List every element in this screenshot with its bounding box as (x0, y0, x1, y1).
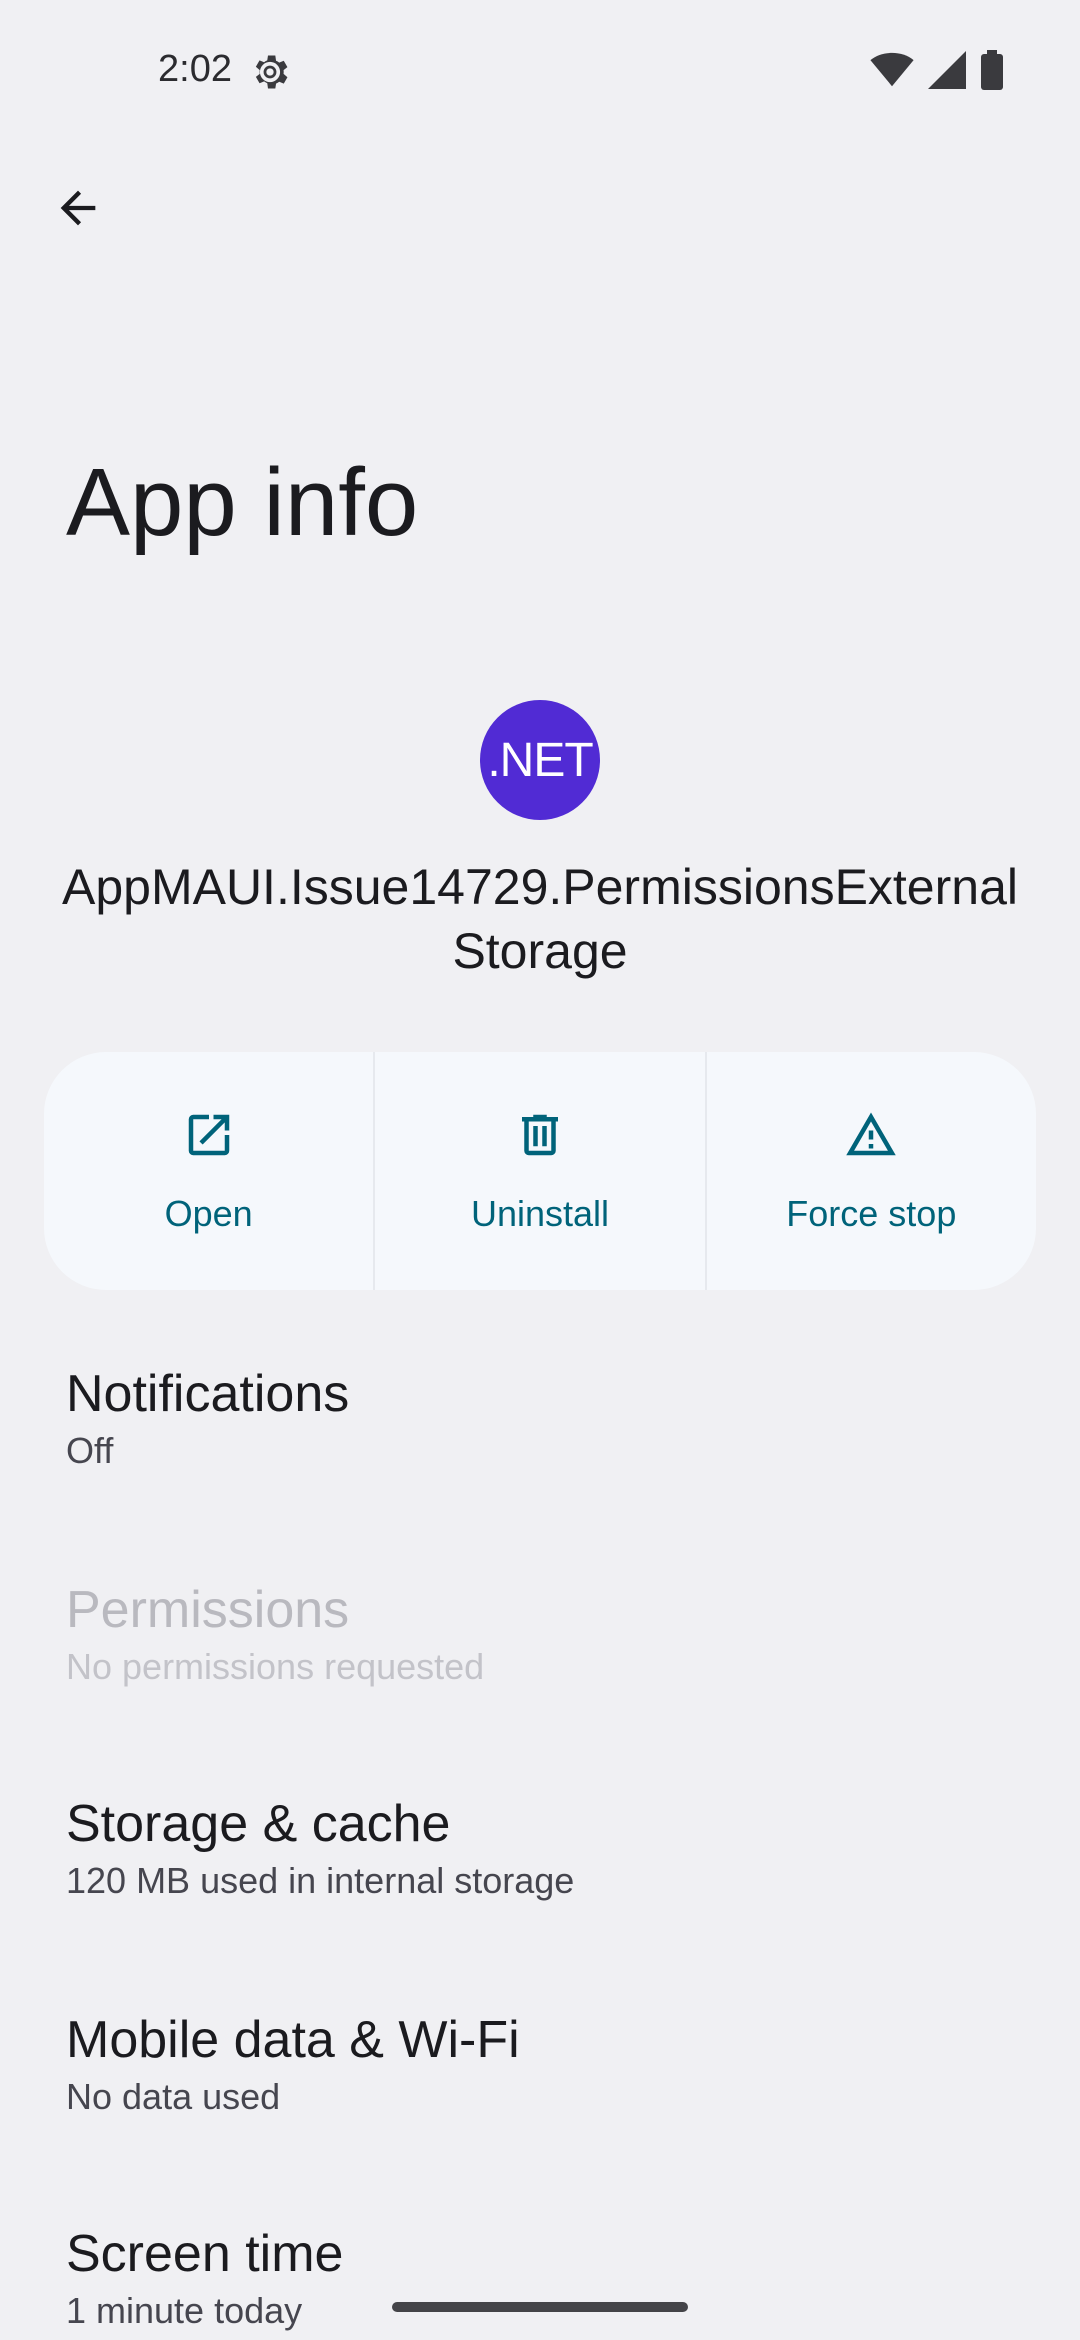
open-button-label: Open (164, 1192, 253, 1234)
notifications-title: Notifications (66, 1365, 350, 1423)
page-title: App info (66, 449, 419, 556)
storage-cache-summary: 120 MB used in internal storage (66, 1860, 575, 1901)
uninstall-button-label: Uninstall (470, 1192, 610, 1234)
force-stop-button-label: Force stop (786, 1192, 957, 1234)
battery-icon (980, 50, 1004, 95)
warning-triangle-icon (842, 1108, 900, 1193)
gesture-nav-handle[interactable] (392, 2302, 688, 2312)
arrow-back-icon (52, 182, 104, 239)
permissions-summary: No permissions requested (66, 1646, 485, 1687)
settings-gear-icon (248, 50, 292, 94)
storage-cache-item[interactable]: Storage & cache 120 MB used in internal … (66, 1792, 1026, 1906)
app-icon: .NET (480, 700, 600, 820)
open-external-icon (182, 1108, 236, 1193)
trash-icon (513, 1108, 567, 1193)
permissions-item: Permissions No permissions requested (66, 1578, 1026, 1692)
permissions-title: Permissions (66, 1581, 350, 1639)
screen-time-item[interactable]: Screen time 1 minute today (66, 2222, 1026, 2336)
uninstall-button[interactable]: Uninstall (375, 1052, 707, 1290)
force-stop-button[interactable]: Force stop (707, 1052, 1036, 1290)
open-button[interactable]: Open (44, 1052, 376, 1290)
status-time: 2:02 (158, 48, 232, 90)
back-button[interactable] (40, 172, 116, 248)
notifications-summary: Off (66, 1430, 114, 1471)
mobile-data-item[interactable]: Mobile data & Wi-Fi No data used (66, 2008, 1026, 2122)
app-name: AppMAUI.Issue14729.PermissionsExternalSt… (61, 859, 1018, 979)
storage-cache-title: Storage & cache (66, 1795, 451, 1853)
wifi-icon (870, 52, 914, 93)
app-icon-label: .NET (487, 733, 593, 787)
app-actions: Open Uninstall Force stop (44, 1052, 1036, 1290)
screen-time-title: Screen time (66, 2225, 344, 2283)
cellular-signal-icon (928, 51, 966, 94)
mobile-data-summary: No data used (66, 2076, 281, 2117)
notifications-item[interactable]: Notifications Off (66, 1362, 1026, 1476)
status-bar: 2:02 (0, 0, 1080, 140)
mobile-data-title: Mobile data & Wi-Fi (66, 2011, 520, 2069)
